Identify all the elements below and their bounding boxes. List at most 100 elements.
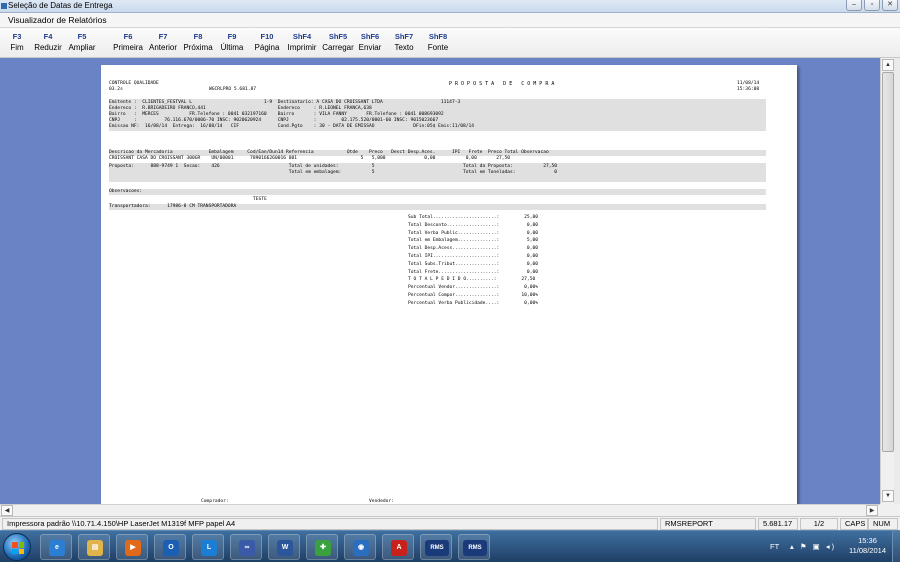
menu-bar: Visualizador de Relatórios [0, 13, 900, 28]
total-line: Percentual Vendor...............: 0,00% [408, 285, 538, 291]
scroll-thumb[interactable] [882, 72, 894, 452]
page-key: F10 [260, 32, 274, 41]
app-green-icon: ✚ [315, 540, 331, 556]
page-status: 1/2 [800, 518, 838, 530]
reduce-label: Reduzir [34, 43, 62, 52]
folder-taskbar-button[interactable]: ▤ [78, 534, 110, 560]
media-player-icon: ▶ [125, 540, 141, 556]
word-icon: W [277, 540, 293, 556]
observations-text: TESTE [253, 197, 267, 202]
start-button[interactable] [3, 533, 31, 561]
load-button[interactable]: ShF5 Carregar [320, 31, 356, 53]
report-viewport[interactable]: CONTROLE QUALIDADE 03.2s WGCRLPRO 5.681.… [0, 58, 880, 504]
show-desktop-button[interactable] [892, 531, 900, 562]
scroll-down-icon[interactable]: ▼ [882, 490, 894, 502]
menu-report-viewer[interactable]: Visualizador de Relatórios [8, 15, 107, 25]
last-key: F9 [227, 32, 237, 41]
outlook-taskbar-button[interactable]: O [154, 534, 186, 560]
end-key: F3 [12, 32, 22, 41]
last-page-button[interactable]: F9 Última [218, 31, 246, 53]
text-button[interactable]: ShF7 Texto [390, 31, 418, 53]
next-page-button[interactable]: F8 Próxima [182, 31, 214, 53]
end-button[interactable]: F3 Fim [6, 31, 28, 53]
vertical-scrollbar[interactable]: ▲ ▼ [880, 58, 894, 504]
first-key: F6 [123, 32, 133, 41]
link-app-icon: ∞ [239, 540, 255, 556]
print-key: ShF4 [292, 32, 312, 41]
media-player-taskbar-button[interactable]: ▶ [116, 534, 148, 560]
rms-icon: RMS [463, 540, 487, 556]
item-row: CROISSANT CASA DO CROISSANT 300GR UN/000… [109, 156, 511, 161]
maximize-button[interactable]: ▫ [864, 0, 880, 11]
acrobat-taskbar-button[interactable]: A [382, 534, 414, 560]
font-button[interactable]: ShF8 Fonte [424, 31, 452, 53]
caps-status: CAPS [840, 518, 868, 530]
internet-explorer-taskbar-button[interactable]: e [40, 534, 72, 560]
tray-icons[interactable]: ▴ ⚑ ▣ ◂) [790, 542, 836, 551]
first-label: Primeira [113, 43, 143, 52]
rms-taskbar-button[interactable]: RMS [458, 534, 490, 560]
acrobat-icon: A [391, 540, 407, 556]
app-green-taskbar-button[interactable]: ✚ [306, 534, 338, 560]
total-line: Total em Embalagem..............: 5,00 [408, 238, 538, 244]
link-app-taskbar-button[interactable]: ∞ [230, 534, 262, 560]
word-taskbar-button[interactable]: W [268, 534, 300, 560]
reduce-key: F4 [43, 32, 53, 41]
previous-label: Anterior [148, 43, 177, 52]
total-line: Total Desconto..................: 0,00 [408, 222, 538, 228]
enlarge-button[interactable]: F5 Ampliar [66, 31, 98, 53]
previous-page-button[interactable]: F7 Anterior [146, 31, 180, 53]
scroll-right-icon[interactable]: ▶ [866, 505, 878, 516]
total-line: Total Verba Public..............: 0,00 [408, 230, 538, 236]
window-title: Seleção de Datas de Entrega [8, 1, 113, 10]
horizontal-scrollbar[interactable]: ◀ ▶ [0, 504, 880, 516]
reduce-button[interactable]: F4 Reduzir [32, 31, 64, 53]
module-status: RMSREPORT [660, 518, 756, 530]
send-label: Enviar [358, 43, 382, 52]
first-page-button[interactable]: F6 Primeira [112, 31, 144, 53]
rms-taskbar-button[interactable]: RMS [420, 534, 452, 560]
total-line: Total Frete.....................: 0,00 [408, 269, 538, 275]
minimize-button[interactable]: – [846, 0, 862, 11]
app-blue-icon: ◉ [353, 540, 369, 556]
print-label: Imprimir [287, 43, 317, 52]
total-line: Total IPI.......................: 0,00 [408, 253, 538, 259]
app-icon [1, 3, 7, 9]
page-label: Página [254, 43, 280, 52]
scroll-left-icon[interactable]: ◀ [1, 505, 13, 516]
next-key: F8 [193, 32, 203, 41]
title-bar: Seleção de Datas de Entrega – ▫ ✕ [0, 0, 900, 13]
next-label: Próxima [183, 43, 213, 52]
rms-icon: RMS [425, 540, 449, 556]
report-code: 03.2s [109, 87, 123, 92]
report-program: WGCRLPRO 5.681.87 [209, 87, 257, 92]
total-line: Percentual Verba Publicidade....: 0,00% [408, 300, 538, 306]
load-key: ShF5 [328, 32, 348, 41]
enlarge-key: F5 [77, 32, 87, 41]
language-indicator[interactable]: FT [770, 542, 779, 551]
close-button[interactable]: ✕ [882, 0, 898, 11]
clock-time: 15:36 [858, 536, 877, 545]
total-line: Sub Total.......................: 25,00 [408, 215, 538, 220]
num-status: NUM [868, 518, 898, 530]
previous-key: F7 [158, 32, 168, 41]
windows-logo-icon [12, 542, 24, 554]
font-key: ShF8 [428, 32, 448, 41]
report-time: 15:36:08 [737, 87, 760, 92]
lync-taskbar-button[interactable]: L [192, 534, 224, 560]
observations-band [109, 189, 766, 195]
send-button[interactable]: ShF6 Enviar [356, 31, 384, 53]
item-row: Total em embalagem: 5 Total em Toneladas… [109, 170, 558, 175]
enlarge-label: Ampliar [68, 43, 96, 52]
page-button[interactable]: F10 Página [252, 31, 282, 53]
total-line: Percentual Compor...............: 10,00% [408, 292, 538, 298]
totals-block: Sub Total.......................: 25,00 … [408, 214, 538, 308]
scroll-up-icon[interactable]: ▲ [882, 59, 894, 71]
clock[interactable]: 15:36 11/08/2014 [849, 536, 886, 556]
taskbar: e ▤ ▶ O L ∞ W ✚ ◉ A RMS RMS FT ▴ ⚑ ▣ ◂) 15:36 11/08… [0, 530, 900, 562]
window-controls: – ▫ ✕ [846, 0, 898, 11]
print-button[interactable]: ShF4 Imprimir [285, 31, 319, 53]
report-page: CONTROLE QUALIDADE 03.2s WGCRLPRO 5.681.… [101, 65, 797, 504]
text-key: ShF7 [394, 32, 414, 41]
app-blue-taskbar-button[interactable]: ◉ [344, 534, 376, 560]
